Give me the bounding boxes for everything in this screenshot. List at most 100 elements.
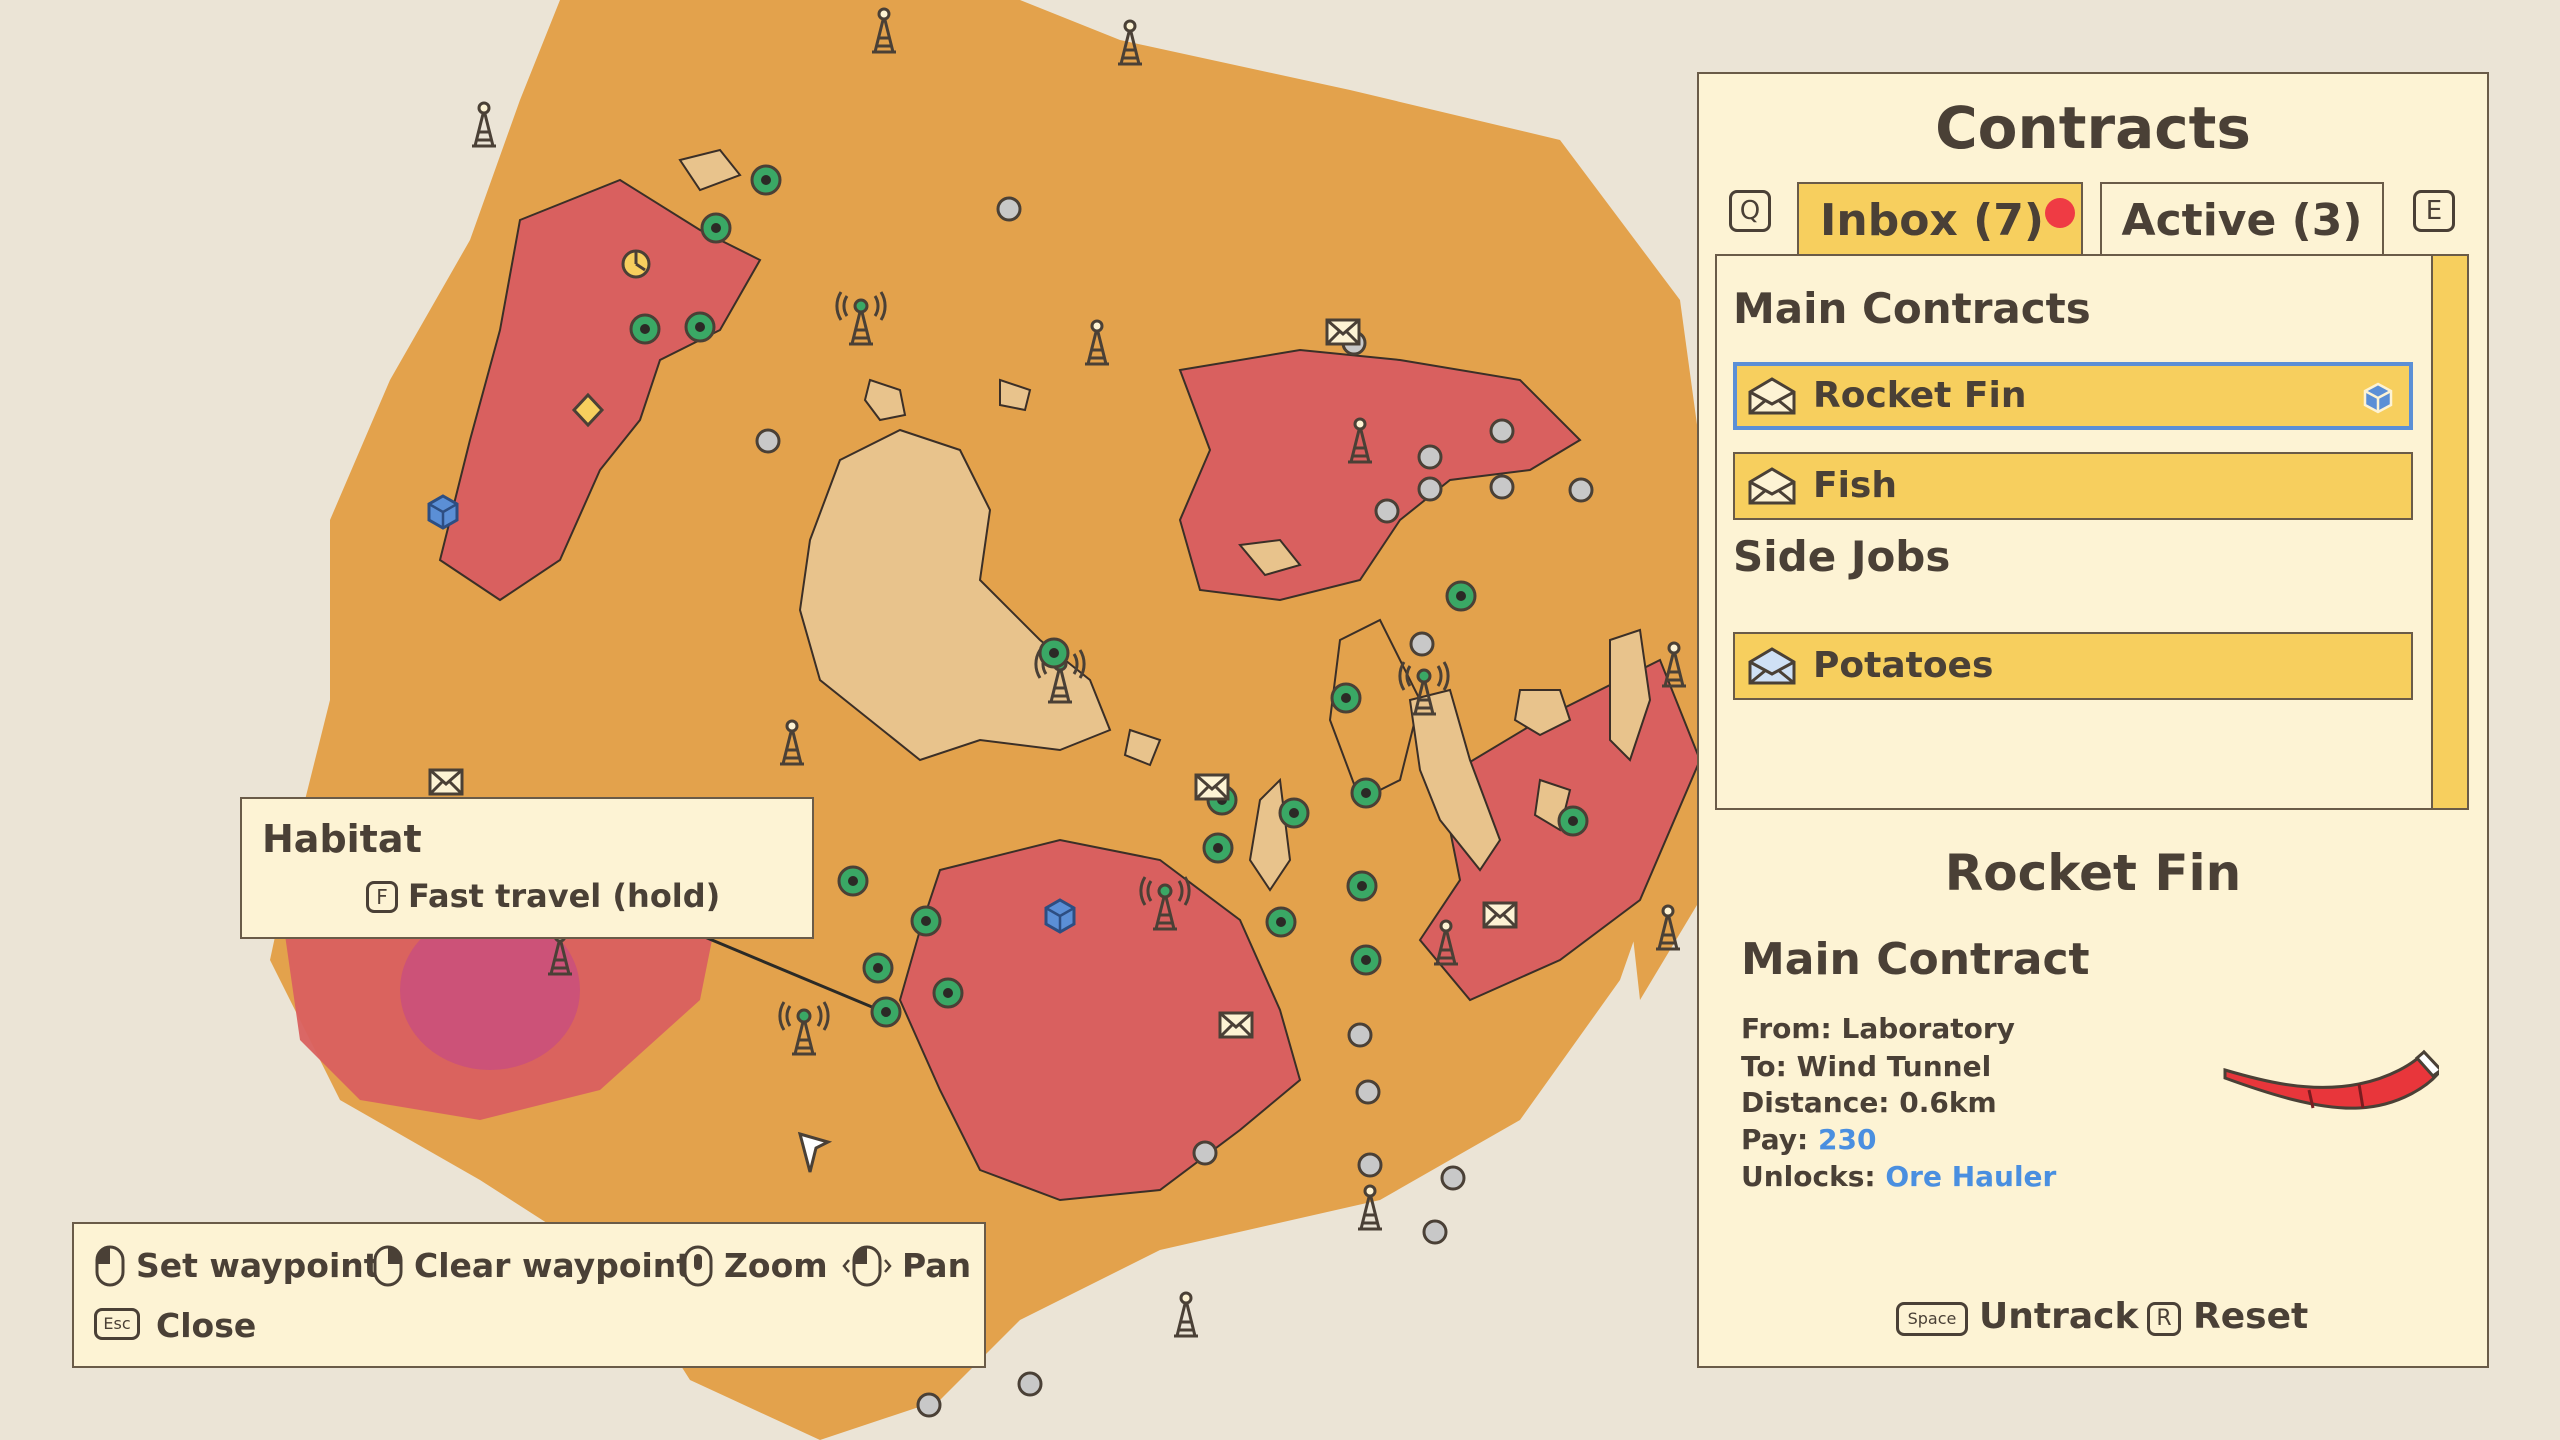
map-point-icon[interactable]: [1489, 418, 1515, 444]
map-waypoint-icon[interactable]: [1557, 805, 1589, 837]
map-waypoint-icon[interactable]: [1350, 944, 1382, 976]
map-point-icon[interactable]: [1422, 1219, 1448, 1245]
detail-from-label: From:: [1741, 1012, 1832, 1045]
section-side-jobs: Side Jobs: [1733, 532, 1951, 581]
map-waypoint-icon[interactable]: [1350, 777, 1382, 809]
contract-item-potatoes[interactable]: Potatoes: [1733, 632, 2413, 700]
map-waypoint-icon[interactable]: [629, 313, 661, 345]
control-close[interactable]: Close: [156, 1306, 256, 1345]
map-point-icon[interactable]: [1017, 1371, 1043, 1397]
prev-tab-key-icon[interactable]: Q: [1729, 190, 1771, 232]
map-point-icon[interactable]: [916, 1392, 942, 1418]
mouse-left-icon: [95, 1245, 125, 1287]
detail-to-value: Wind Tunnel: [1796, 1050, 1992, 1083]
envelope-open-icon: [1748, 467, 1796, 505]
tab-active[interactable]: Active (3): [2100, 182, 2384, 258]
map-waypoint-icon[interactable]: [837, 865, 869, 897]
tab-inbox-label: Inbox (7): [1820, 195, 2044, 246]
package-marker-icon[interactable]: [1044, 898, 1076, 934]
map-point-icon[interactable]: [1417, 476, 1443, 502]
control-zoom: Zoom: [724, 1246, 828, 1285]
mail-marker-icon[interactable]: [1194, 773, 1230, 801]
mail-marker-icon[interactable]: [1218, 1011, 1254, 1039]
section-main-contracts: Main Contracts: [1733, 284, 2091, 333]
map-waypoint-icon[interactable]: [1202, 832, 1234, 864]
notification-dot: [2045, 198, 2075, 228]
detail-title: Rocket Fin: [1944, 844, 2242, 902]
map-waypoint-icon[interactable]: [1265, 906, 1297, 938]
map-waypoint-icon[interactable]: [870, 996, 902, 1028]
map-point-icon[interactable]: [1417, 444, 1443, 470]
map-tooltip: Habitat F Fast travel (hold): [240, 797, 814, 939]
map-point-icon[interactable]: [1489, 474, 1515, 500]
detail-pay-label: Pay:: [1741, 1123, 1809, 1156]
contract-list: Main Contracts Rocket Fin Fish Side Jobs: [1715, 254, 2469, 810]
fast-travel-key-icon: F: [366, 881, 398, 913]
map-waypoint-icon[interactable]: [932, 977, 964, 1009]
detail-pay: Pay: 230: [1741, 1123, 1876, 1156]
tab-active-label: Active (3): [2121, 195, 2363, 246]
envelope-open-icon: [1748, 377, 1796, 415]
map-point-icon[interactable]: [1440, 1165, 1466, 1191]
fast-travel-hint[interactable]: Fast travel (hold): [408, 877, 720, 915]
tooltip-title: Habitat: [262, 817, 422, 861]
package-icon: [2363, 382, 2393, 414]
tower-icon[interactable]: [470, 101, 498, 148]
next-tab-key-icon[interactable]: E: [2413, 190, 2455, 232]
map-point-icon[interactable]: [996, 196, 1022, 222]
panel-title: Contracts: [1935, 94, 2251, 162]
map-point-icon[interactable]: [1409, 631, 1435, 657]
detail-distance-value: 0.6km: [1899, 1086, 1997, 1119]
mail-marker-icon[interactable]: [1482, 901, 1518, 929]
package-marker-icon[interactable]: [427, 494, 459, 530]
mouse-right-icon: [373, 1245, 403, 1287]
rocket-fin-image: [2223, 1049, 2439, 1110]
detail-distance-label: Distance:: [1741, 1086, 1890, 1119]
objective-marker-icon[interactable]: [621, 249, 651, 279]
map-waypoint-icon[interactable]: [910, 905, 942, 937]
map-waypoint-icon[interactable]: [1445, 580, 1477, 612]
reset-button[interactable]: Reset: [2193, 1296, 2308, 1337]
envelope-open-icon: [1748, 647, 1796, 685]
map-waypoint-icon[interactable]: [862, 952, 894, 984]
map-point-icon[interactable]: [1355, 1079, 1381, 1105]
contract-item-label: Rocket Fin: [1813, 375, 2027, 416]
tower-icon[interactable]: [1172, 1291, 1200, 1338]
control-pan: Pan: [902, 1246, 972, 1285]
map-point-icon[interactable]: [1374, 498, 1400, 524]
mail-marker-icon[interactable]: [1325, 318, 1361, 346]
mouse-drag-icon: [842, 1245, 892, 1287]
map-waypoint-icon[interactable]: [1330, 682, 1362, 714]
map-waypoint-icon[interactable]: [1278, 797, 1310, 829]
detail-to-label: To:: [1741, 1050, 1787, 1083]
contract-item-rocket-fin[interactable]: Rocket Fin: [1733, 362, 2413, 430]
space-key-icon: Space: [1896, 1302, 1968, 1336]
mouse-scroll-icon: [683, 1245, 713, 1287]
contracts-panel: Contracts Q E Inbox (7) Active (3) Main …: [1697, 72, 2489, 1368]
detail-unlocks: Unlocks: Ore Hauler: [1741, 1160, 2056, 1193]
map-point-icon[interactable]: [755, 428, 781, 454]
map-waypoint-icon[interactable]: [1038, 637, 1070, 669]
esc-key-icon: Esc: [94, 1308, 140, 1340]
detail-distance: Distance: 0.6km: [1741, 1086, 1997, 1119]
mail-marker-icon[interactable]: [428, 768, 464, 796]
map-point-icon[interactable]: [1568, 477, 1594, 503]
untrack-button[interactable]: Untrack: [1979, 1296, 2138, 1337]
detail-to: To: Wind Tunnel: [1741, 1050, 1991, 1083]
detail-category: Main Contract: [1741, 934, 2090, 985]
map-point-icon[interactable]: [1347, 1022, 1373, 1048]
detail-unlocks-label: Unlocks:: [1741, 1160, 1876, 1193]
detail-unlocks-value[interactable]: Ore Hauler: [1885, 1160, 2056, 1193]
contract-item-label: Fish: [1813, 465, 1897, 506]
map-waypoint-icon[interactable]: [750, 164, 782, 196]
map-waypoint-icon[interactable]: [700, 212, 732, 244]
map-waypoint-icon[interactable]: [684, 311, 716, 343]
tab-inbox[interactable]: Inbox (7): [1797, 182, 2083, 256]
map-point-icon[interactable]: [1357, 1152, 1383, 1178]
contract-item-fish[interactable]: Fish: [1733, 452, 2413, 520]
list-scrollbar[interactable]: [2431, 256, 2467, 808]
map-waypoint-icon[interactable]: [1346, 870, 1378, 902]
detail-from: From: Laboratory: [1741, 1012, 2015, 1045]
r-key-icon: R: [2147, 1302, 2181, 1336]
map-point-icon[interactable]: [1192, 1140, 1218, 1166]
